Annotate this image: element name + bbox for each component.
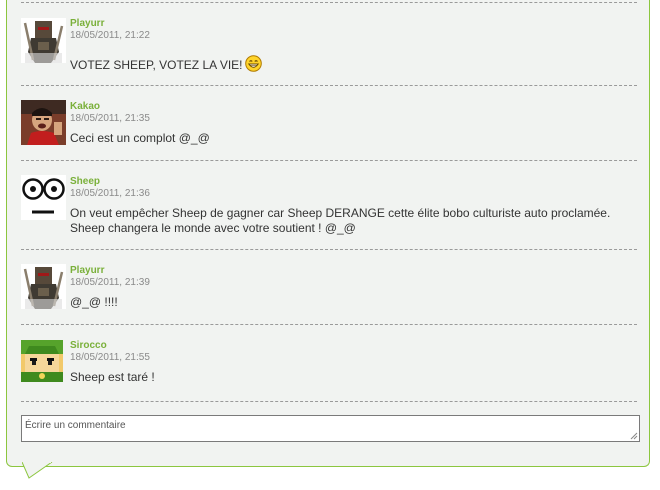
comment-item: Playurr 18/05/2011, 21:39 @_@ !!!!	[21, 249, 637, 324]
comment-date: 18/05/2011, 21:36	[70, 188, 150, 199]
comment-divider	[21, 401, 637, 402]
comment-author[interactable]: Sheep	[70, 176, 100, 187]
warrior-avatar[interactable]	[21, 264, 66, 309]
comment-author[interactable]: Playurr	[70, 18, 104, 29]
comment-author[interactable]: Sirocco	[70, 340, 107, 351]
comment-author[interactable]: Kakao	[70, 101, 100, 112]
comment-date: 18/05/2011, 21:35	[70, 113, 150, 124]
comment-date: 18/05/2011, 21:22	[70, 30, 150, 41]
speech-bubble-tail	[22, 462, 53, 479]
warrior-avatar[interactable]	[21, 18, 66, 63]
comment-list-end	[21, 401, 637, 402]
comment-item: Kakao 18/05/2011, 21:35 Ceci est un comp…	[21, 85, 637, 160]
grin-smiley-icon	[244, 55, 262, 76]
comment-item: Sheep 18/05/2011, 21:36 On veut empêcher…	[21, 160, 637, 249]
comment-item: Sirocco 18/05/2011, 21:55 Sheep est taré…	[21, 324, 637, 401]
comment-divider	[21, 2, 637, 3]
comment-text: Sheep est taré !	[70, 370, 155, 384]
comment-date: 18/05/2011, 21:39	[70, 277, 150, 288]
comment-divider	[21, 160, 637, 161]
link-cartoon-avatar[interactable]	[21, 340, 63, 382]
comment-author[interactable]: Playurr	[70, 265, 104, 276]
comment-divider	[21, 324, 637, 325]
comment-body: VOTEZ SHEEP, VOTEZ LA VIE!	[70, 55, 632, 76]
comment-text: @_@ !!!!	[70, 295, 118, 309]
comment-text: Ceci est un complot @_@	[70, 131, 210, 145]
resize-grip-icon[interactable]	[630, 432, 638, 440]
comment-text: On veut empêcher Sheep de gagner car She…	[70, 206, 611, 235]
comment-text: VOTEZ SHEEP, VOTEZ LA VIE!	[70, 58, 243, 72]
comment-item: Playurr 18/05/2011, 21:22 VOTEZ SHEEP, V…	[21, 2, 637, 86]
comment-date: 18/05/2011, 21:55	[70, 352, 150, 363]
comment-divider	[21, 249, 637, 250]
comment-divider	[21, 85, 637, 86]
sheep-eyes-avatar[interactable]	[21, 175, 66, 220]
photo-avatar[interactable]	[21, 100, 66, 145]
comment-input-box[interactable]	[21, 415, 640, 442]
comment-input[interactable]	[22, 416, 639, 441]
